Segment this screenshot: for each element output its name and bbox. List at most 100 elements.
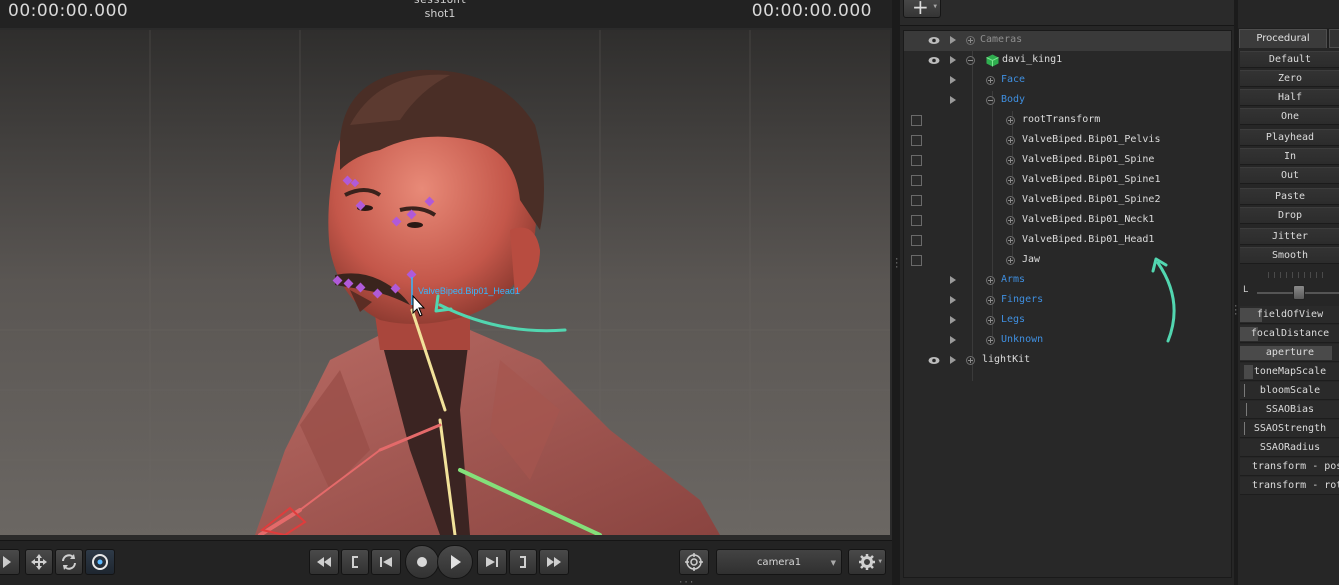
tree-row-spine1[interactable]: ValveBiped.Bip01_Spine1 [904, 171, 1231, 191]
smooth-button[interactable]: Smooth [1240, 247, 1339, 264]
half-button[interactable]: Half [1240, 89, 1339, 106]
property-ssao-strength[interactable]: SSAOStrength [1240, 420, 1339, 438]
tree-row-pelvis[interactable]: ValveBiped.Bip01_Pelvis [904, 131, 1231, 151]
viewport-render[interactable] [0, 30, 890, 535]
expand-arrow-icon[interactable] [950, 56, 956, 64]
expand-arrow-icon[interactable] [950, 76, 956, 84]
expand-plus-icon[interactable] [1006, 136, 1015, 145]
one-button[interactable]: One [1240, 108, 1339, 125]
expand-plus-icon[interactable] [1006, 256, 1015, 265]
expand-plus-icon[interactable] [1006, 196, 1015, 205]
bottom-splitter-grip-icon[interactable]: ··· [678, 579, 694, 585]
go-to-end-button[interactable] [539, 549, 569, 575]
property-ssao-bias[interactable]: SSAOBias [1240, 401, 1339, 419]
viewport-settings-button[interactable]: ▼ [848, 549, 886, 575]
record-button[interactable] [405, 545, 439, 579]
tree-row-spine[interactable]: ValveBiped.Bip01_Spine [904, 151, 1231, 171]
expand-plus-icon[interactable] [1006, 216, 1015, 225]
tree-row-spine2[interactable]: ValveBiped.Bip01_Spine2 [904, 191, 1231, 211]
property-tone-map-scale[interactable]: toneMapScale [1240, 363, 1339, 381]
animation-set-editor: + ▼ Cameras davi_king1 Face Body rootTra… [900, 0, 1234, 585]
expand-plus-icon[interactable] [966, 36, 975, 45]
expand-plus-icon[interactable] [1006, 156, 1015, 165]
pivot-tool-button[interactable] [85, 549, 115, 575]
add-button[interactable]: + ▼ [903, 0, 941, 19]
checkbox[interactable] [911, 155, 922, 166]
property-label: transform - pos [1252, 461, 1339, 472]
expand-plus-icon[interactable] [986, 336, 995, 345]
play-button[interactable] [437, 545, 473, 579]
set-in-point-button[interactable] [341, 549, 369, 575]
checkbox[interactable] [911, 135, 922, 146]
jitter-button[interactable]: Jitter [1240, 228, 1339, 245]
expand-plus-icon[interactable] [966, 356, 975, 365]
checkbox[interactable] [911, 195, 922, 206]
tree-row-model[interactable]: davi_king1 [904, 51, 1231, 71]
settings-caret-icon: ▼ [878, 558, 882, 565]
expand-plus-icon[interactable] [986, 316, 995, 325]
expand-plus-icon[interactable] [1006, 176, 1015, 185]
property-focal-distance[interactable]: focalDistance [1240, 325, 1339, 343]
camera-target-button[interactable] [679, 549, 709, 575]
property-ssao-radius[interactable]: SSAORadius [1240, 439, 1339, 457]
next-frame-button[interactable] [477, 549, 507, 575]
blend-slider[interactable]: L [1240, 280, 1339, 302]
collapse-minus-icon[interactable] [966, 56, 975, 65]
tab-procedural[interactable]: Procedural [1239, 29, 1327, 48]
tab-next[interactable] [1329, 29, 1339, 48]
camera-select[interactable]: camera1 ▼ [716, 549, 842, 575]
checkbox[interactable] [911, 115, 922, 126]
property-bloom-scale[interactable]: bloomScale [1240, 382, 1339, 400]
expand-arrow-icon[interactable] [950, 356, 956, 364]
default-button[interactable]: Default [1240, 51, 1339, 68]
tree-row-body[interactable]: Body [904, 91, 1231, 111]
tree-label: Legs [1001, 314, 1026, 325]
session-name: sessionl [0, 0, 880, 6]
expand-plus-icon[interactable] [986, 296, 995, 305]
expand-plus-icon[interactable] [1006, 236, 1015, 245]
drop-button[interactable]: Drop [1240, 207, 1339, 224]
expand-plus-icon[interactable] [1006, 116, 1015, 125]
eye-icon[interactable] [928, 36, 940, 45]
select-tool-button[interactable] [0, 549, 20, 575]
eye-icon[interactable] [928, 356, 940, 365]
tree-row-root-transform[interactable]: rootTransform [904, 111, 1231, 131]
property-aperture[interactable]: aperture [1240, 344, 1339, 362]
rotate-tool-button[interactable] [55, 549, 83, 575]
expand-arrow-icon[interactable] [950, 316, 956, 324]
expand-plus-icon[interactable] [986, 76, 995, 85]
collapse-minus-icon[interactable] [986, 96, 995, 105]
viewport-outliner-splitter[interactable]: · · · [892, 0, 900, 585]
checkbox[interactable] [911, 215, 922, 226]
tree-row-cameras[interactable]: Cameras [904, 31, 1231, 51]
set-out-point-button[interactable] [509, 549, 537, 575]
property-transform-rot[interactable]: transform - rot [1240, 477, 1339, 495]
go-to-start-button[interactable] [309, 549, 339, 575]
tree-row-face[interactable]: Face [904, 71, 1231, 91]
paste-button[interactable]: Paste [1240, 188, 1339, 205]
zero-button[interactable]: Zero [1240, 70, 1339, 87]
out-button[interactable]: Out [1240, 167, 1339, 184]
eye-icon[interactable] [928, 56, 940, 65]
expand-arrow-icon[interactable] [950, 296, 956, 304]
3d-viewport[interactable]: ValveBiped.Bip01_Head1 [0, 30, 890, 535]
expand-arrow-icon[interactable] [950, 36, 956, 44]
playhead-button[interactable]: Playhead [1240, 129, 1339, 146]
previous-frame-button[interactable] [371, 549, 401, 575]
expand-arrow-icon[interactable] [950, 276, 956, 284]
expand-arrow-icon[interactable] [950, 96, 956, 104]
expand-plus-icon[interactable] [986, 276, 995, 285]
checkbox[interactable] [911, 175, 922, 186]
checkbox[interactable] [911, 235, 922, 246]
tree-row-head1[interactable]: ValveBiped.Bip01_Head1 [904, 231, 1231, 251]
move-tool-button[interactable] [25, 549, 53, 575]
expand-arrow-icon[interactable] [950, 336, 956, 344]
tree-row-lightkit[interactable]: lightKit [904, 351, 1231, 371]
property-field-of-view[interactable]: fieldOfView [1240, 306, 1339, 324]
property-transform-pos[interactable]: transform - pos [1240, 458, 1339, 476]
checkbox[interactable] [911, 255, 922, 266]
slider-knob[interactable] [1293, 285, 1305, 300]
play-icon [451, 555, 461, 569]
tree-row-neck1[interactable]: ValveBiped.Bip01_Neck1 [904, 211, 1231, 231]
in-button[interactable]: In [1240, 148, 1339, 165]
